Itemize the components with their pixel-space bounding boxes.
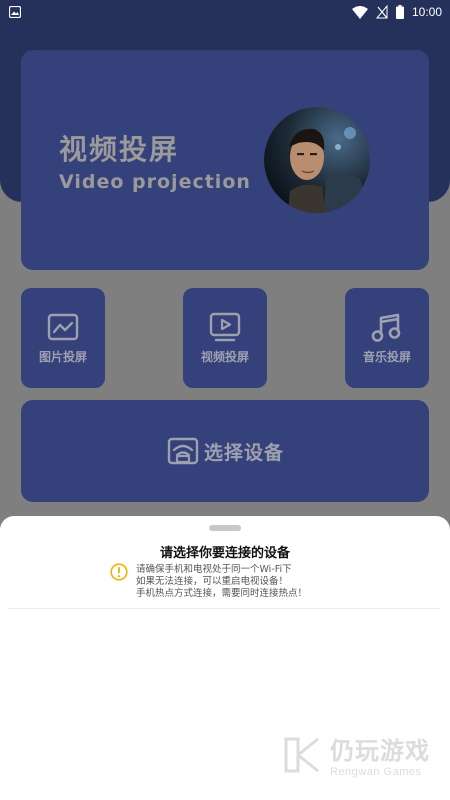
image-icon [9,6,21,18]
sheet-notes: 请确保手机和电视处于同一个Wi-Fi下 如果无法连接，可以重启电视设备！ 手机热… [136,564,307,600]
hero-card[interactable]: 视频投屏 Video projection [21,50,429,270]
signal-off-icon [375,5,388,19]
music-note-icon [371,313,401,342]
select-device-label: 选择设备 [203,441,284,464]
warning-icon [110,563,128,581]
hero-title: 视频投屏 [59,133,180,166]
hero-subtitle: Video projection [59,171,251,193]
watermark-en: Rengwan Games [330,766,422,778]
avatar [264,107,370,213]
watermark-cn: 仍玩游戏 [330,737,430,765]
divider [8,608,440,609]
note-line: 如果无法连接，可以重启电视设备！ [136,576,289,587]
clock-time: 10:00 [411,5,442,19]
cast-device-icon [167,437,199,465]
select-device-button[interactable]: 选择设备 [21,400,429,502]
tile-label: 图片投屏 [38,350,87,364]
tile-label: 视频投屏 [200,350,249,364]
tile-image-cast[interactable]: 图片投屏 [21,288,105,388]
battery-icon [395,5,404,19]
tile-music-cast[interactable]: 音乐投屏 [345,288,429,388]
wifi-icon [351,5,368,19]
note-line: 请确保手机和电视处于同一个Wi-Fi下 [136,564,292,575]
image-chart-icon [47,313,79,341]
status-bar: 10:00 [0,0,450,24]
video-screen-icon [209,312,241,342]
watermark: 仍玩游戏 Rengwan Games [280,731,430,778]
tile-video-cast[interactable]: 视频投屏 [183,288,267,388]
status-icons: 10:00 [351,4,442,20]
note-line: 手机热点方式连接，需要同时连接热点！ [136,588,308,599]
rengwan-logo-icon [284,737,319,772]
sheet-drag-handle[interactable] [209,525,241,531]
sheet-heading: 请选择你要连接的设备 [159,546,290,561]
device-selection-sheet: 请选择你要连接的设备 请确保手机和电视处于同一个Wi-Fi下 如果无法连接，可以… [0,516,450,800]
tile-label: 音乐投屏 [362,350,411,364]
